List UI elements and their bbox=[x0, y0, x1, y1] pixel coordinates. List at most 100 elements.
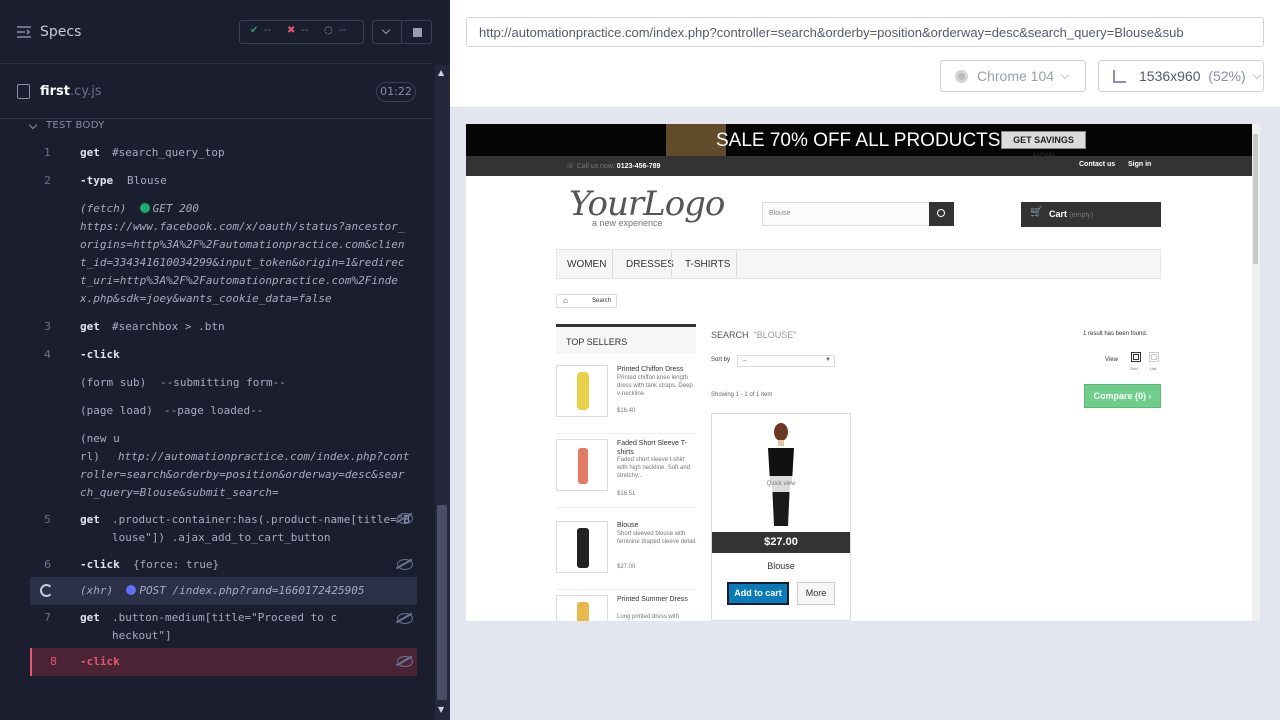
contact-link[interactable]: Contact us bbox=[1079, 161, 1115, 168]
product-description: Printed chiffon knee length dress with t… bbox=[617, 375, 693, 397]
blouse-figure bbox=[577, 528, 589, 568]
chevron-down-icon bbox=[381, 25, 391, 35]
command-row-pending[interactable]: (xhr) POST /index.php?rand=1660172425905 bbox=[30, 577, 417, 605]
menu-dresses[interactable]: DRESSES bbox=[626, 259, 674, 270]
signin-link[interactable]: Sign in bbox=[1128, 161, 1151, 168]
more-button[interactable]: More bbox=[797, 582, 835, 605]
spec-file-row[interactable]: first.cy.js 01:22 bbox=[0, 65, 432, 119]
command-message: --submitting form-- bbox=[160, 376, 286, 389]
get-savings-button[interactable]: GET SAVINGS NOW bbox=[1001, 131, 1086, 161]
command-message: --page loaded-- bbox=[164, 404, 264, 417]
viewport-info[interactable]: 1536x960 (52%) bbox=[1098, 60, 1264, 92]
command-number: 8 bbox=[50, 655, 57, 668]
product-card[interactable]: Quick view $27.00 Blouse Add to cart Mor… bbox=[711, 413, 851, 621]
compare-button[interactable]: Compare (0) › bbox=[1084, 384, 1161, 408]
url-bar[interactable]: http://automationpractice.com/index.php?… bbox=[466, 17, 1264, 47]
command-number: 1 bbox=[44, 146, 51, 159]
cart-button[interactable]: 🛒 Cart (empty) bbox=[1021, 202, 1161, 227]
command-row[interactable]: 4 -click bbox=[30, 345, 417, 371]
product-name[interactable]: Blouse bbox=[712, 561, 850, 571]
specs-title[interactable]: Specs bbox=[40, 24, 81, 40]
home-icon[interactable]: ⌂ bbox=[563, 296, 568, 305]
scroll-up-icon[interactable]: ▲ bbox=[438, 68, 444, 77]
command-row[interactable]: 3 get #searchbox > .btn bbox=[30, 317, 417, 343]
browser-selector[interactable]: Chrome 104 bbox=[940, 60, 1086, 92]
product-name[interactable]: Printed Chiffon Dress bbox=[617, 365, 697, 374]
search-input[interactable]: Blouse bbox=[762, 202, 954, 226]
command-row-failed[interactable]: 8 -click bbox=[30, 648, 417, 676]
command-number: 2 bbox=[44, 174, 51, 187]
command-row[interactable]: (fetch) GET 200 https://www.facebook.com… bbox=[30, 199, 417, 309]
command-name: get bbox=[80, 611, 100, 624]
specs-header: Specs ✔ -- ✖ -- ◌ -- bbox=[0, 0, 432, 64]
product-thumbnail[interactable] bbox=[556, 521, 608, 573]
menu-tshirts[interactable]: T-SHIRTS bbox=[685, 259, 730, 270]
search-term: "BLOUSE" bbox=[753, 330, 797, 340]
aut-scrollbar-thumb[interactable] bbox=[1253, 134, 1258, 264]
test-body-toggle[interactable]: TEST BODY bbox=[32, 120, 105, 131]
view-label: View bbox=[1105, 357, 1118, 363]
top-seller-item[interactable]: Printed Chiffon Dress Printed chiffon kn… bbox=[556, 360, 696, 434]
product-thumbnail[interactable] bbox=[556, 439, 608, 491]
command-number: 7 bbox=[44, 611, 51, 624]
product-name[interactable]: Blouse bbox=[617, 521, 697, 530]
command-row[interactable]: 5 get .product-container:has(.product-na… bbox=[30, 511, 417, 555]
eye-slash-icon[interactable] bbox=[397, 513, 413, 524]
chevron-down-icon: ▼ bbox=[825, 357, 831, 363]
stop-button[interactable] bbox=[402, 20, 432, 44]
eye-slash-icon[interactable] bbox=[397, 656, 413, 667]
spec-duration: 01:22 bbox=[376, 82, 416, 102]
product-name[interactable]: Printed Summer Dress bbox=[617, 595, 697, 604]
command-row[interactable]: (new url) http://automationpractice.com/… bbox=[30, 429, 417, 501]
product-description: Short sleeved blouse with feminine drape… bbox=[617, 531, 697, 545]
passed-count: -- bbox=[264, 25, 272, 36]
sale-banner[interactable]: SALE 70% OFF ALL PRODUCTS GET SAVINGS NO… bbox=[466, 124, 1252, 161]
list-view-icon[interactable] bbox=[1149, 352, 1159, 362]
search-button[interactable] bbox=[929, 202, 954, 226]
specs-list-icon[interactable] bbox=[17, 26, 32, 38]
product-price: $27.00 bbox=[712, 532, 850, 553]
quick-view-button[interactable]: Quick view bbox=[753, 476, 809, 492]
menu-women[interactable]: WOMEN bbox=[567, 259, 606, 270]
sort-select[interactable]: -- ▼ bbox=[737, 355, 835, 367]
product-name[interactable]: Faded Short Sleeve T-shirts bbox=[617, 439, 697, 457]
command-name: get bbox=[80, 513, 100, 526]
spec-file-name: first.cy.js bbox=[40, 84, 102, 99]
chevron-down-icon bbox=[1060, 70, 1070, 80]
command-number: 4 bbox=[44, 348, 51, 361]
menu-divider bbox=[736, 250, 737, 278]
top-seller-item[interactable]: Faded Short Sleeve T-shirts Faded short … bbox=[556, 434, 696, 508]
grid-label: Grid bbox=[1130, 366, 1138, 371]
command-message: #searchbox > .btn bbox=[112, 320, 225, 333]
product-image[interactable]: Quick view bbox=[712, 414, 850, 532]
command-row[interactable]: 1 get #search_query_top bbox=[30, 143, 417, 169]
product-thumbnail[interactable] bbox=[556, 365, 608, 417]
product-thumbnail[interactable] bbox=[556, 595, 608, 621]
browser-name: Chrome 104 bbox=[977, 68, 1055, 84]
grid-view-icon[interactable] bbox=[1131, 352, 1141, 362]
product-price: $16.51 bbox=[617, 491, 636, 497]
command-name: -click bbox=[80, 558, 120, 571]
list-label: List bbox=[1150, 366, 1157, 371]
command-row[interactable]: (form sub) --submitting form-- bbox=[30, 373, 417, 399]
command-message: .product-container:has(.product-name[tit… bbox=[112, 513, 411, 544]
breadcrumb: ⌂ Search bbox=[556, 294, 617, 308]
top-seller-item[interactable]: Blouse Short sleeved blouse with feminin… bbox=[556, 516, 697, 590]
eye-slash-icon[interactable] bbox=[397, 559, 413, 570]
file-name-text: first bbox=[40, 84, 70, 99]
command-row[interactable]: 7 get .button-medium[title="Proceed to c… bbox=[30, 607, 417, 647]
command-row[interactable]: (page load) --page loaded-- bbox=[30, 401, 417, 427]
eye-slash-icon[interactable] bbox=[397, 613, 413, 624]
scroll-down-icon[interactable]: ▼ bbox=[438, 705, 444, 714]
add-to-cart-button[interactable]: Add to cart bbox=[726, 581, 790, 606]
dropdown-button[interactable] bbox=[372, 20, 402, 44]
command-event: (xhr) POST /index.php?rand=1660172425905 bbox=[80, 582, 410, 600]
command-row[interactable]: 2 -type Blouse bbox=[30, 171, 417, 197]
top-seller-item[interactable]: Printed Summer Dress Long printed dress … bbox=[556, 590, 696, 621]
scrollbar-thumb[interactable] bbox=[437, 505, 447, 700]
command-message: Blouse bbox=[127, 174, 167, 187]
loading-spinner-icon bbox=[40, 584, 53, 597]
command-message: #search_query_top bbox=[112, 146, 225, 159]
main-menu: WOMEN DRESSES T-SHIRTS bbox=[556, 249, 1161, 279]
sort-label: Sort by bbox=[711, 357, 731, 363]
